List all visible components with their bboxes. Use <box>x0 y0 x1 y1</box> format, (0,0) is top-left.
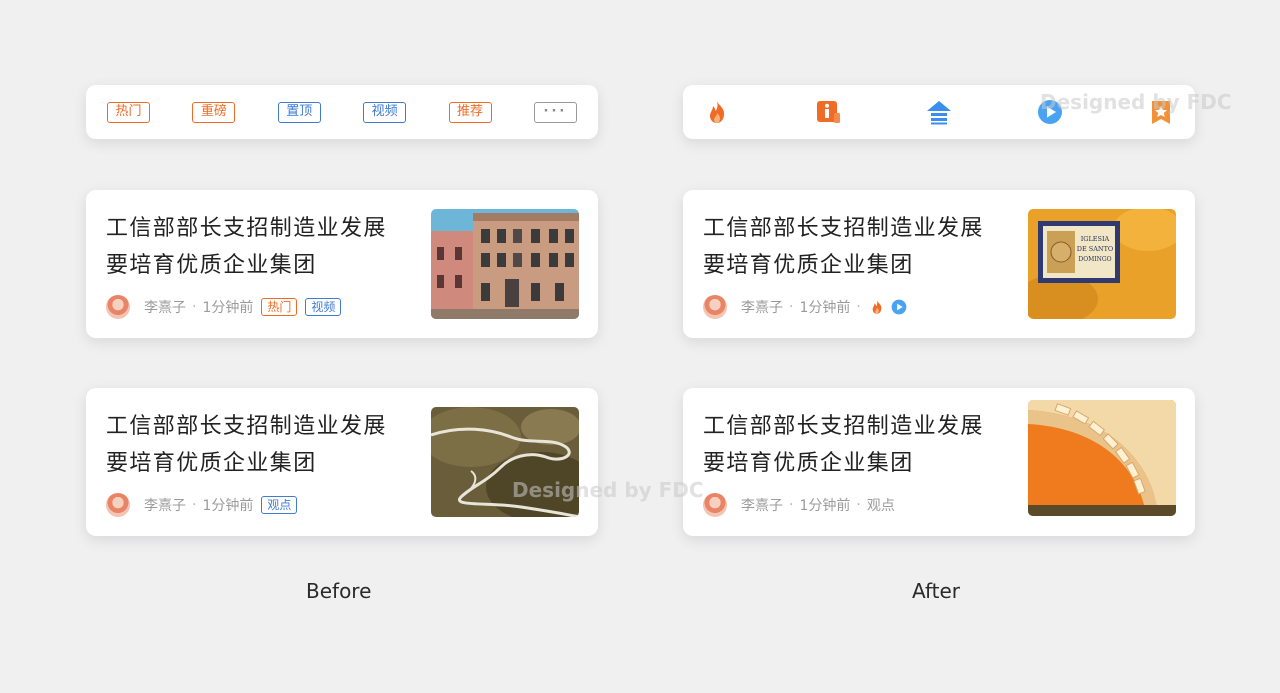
before-caption: Before <box>306 579 372 603</box>
card-label-opinion: 观点 <box>866 498 895 514</box>
meta-separator: · <box>856 299 861 315</box>
avatar <box>106 295 130 319</box>
meta-separator: · <box>789 497 794 513</box>
news-meta: 李熹子 · 1分钟前 热门 视频 <box>106 295 342 319</box>
before-news-card-1[interactable]: 工信部部长支招制造业发展 要培育优质企业集团 李熹子 · 1分钟前 热门 视频 <box>86 190 598 338</box>
play-icon <box>891 299 907 315</box>
news-meta: 李熹子 · 1分钟前 观点 <box>106 493 298 517</box>
watermark: Designed by FDC <box>512 478 704 502</box>
news-title: 工信部部长支招制造业发展 要培育优质企业集团 <box>106 216 387 278</box>
card-tag-opinion: 观点 <box>261 496 298 514</box>
svg-text:IGLESIA: IGLESIA <box>1081 235 1110 243</box>
author-name: 李熹子 <box>144 498 186 514</box>
author-name: 李熹子 <box>741 300 783 316</box>
news-thumbnail-building <box>431 209 579 319</box>
tag-hot[interactable]: 热门 <box>107 101 150 123</box>
avatar <box>703 493 727 517</box>
news-title: 工信部部长支招制造业发展 要培育优质企业集团 <box>106 414 387 476</box>
news-title: 工信部部长支招制造业发展 要培育优质企业集团 <box>703 216 984 278</box>
meta-separator: · <box>192 497 197 513</box>
after-caption: After <box>912 579 961 603</box>
more-tags-button[interactable]: ··· <box>533 101 577 123</box>
meta-separator: · <box>856 497 861 513</box>
news-meta: 李熹子 · 1分钟前 · <box>703 295 907 319</box>
news-thumbnail-sign: IGLESIA DE SANTO DOMINGO <box>1028 209 1176 319</box>
news-title: 工信部部长支招制造业发展 要培育优质企业集团 <box>703 414 984 476</box>
news-meta: 李熹子 · 1分钟前 · 观点 <box>703 493 895 517</box>
meta-separator: · <box>789 299 794 315</box>
card-tag-video: 视频 <box>305 298 342 316</box>
avatar <box>703 295 727 319</box>
pin-top-icon[interactable] <box>926 99 952 125</box>
publish-time: 1分钟前 <box>202 300 254 316</box>
tag-major[interactable]: 重磅 <box>192 101 236 123</box>
fire-icon[interactable] <box>704 99 730 125</box>
before-tag-bar: 热门 重磅 置顶 视频 推荐 ··· <box>86 85 598 139</box>
publish-time: 1分钟前 <box>799 498 851 514</box>
fire-icon <box>869 299 885 315</box>
before-news-card-2[interactable]: 工信部部长支招制造业发展 要培育优质企业集团 李熹子 · 1分钟前 观点 <box>86 388 598 536</box>
svg-text:DE SANTO: DE SANTO <box>1077 245 1114 253</box>
author-name: 李熹子 <box>741 498 783 514</box>
tag-recommended[interactable]: 推荐 <box>448 101 492 123</box>
author-name: 李熹子 <box>144 300 186 316</box>
info-icon[interactable] <box>815 99 841 125</box>
meta-separator: · <box>192 299 197 315</box>
svg-text:DOMINGO: DOMINGO <box>1078 256 1111 263</box>
watermark: Designed by FDC <box>1040 90 1232 114</box>
tag-pinned[interactable]: 置顶 <box>277 101 321 123</box>
news-thumbnail-stairs <box>1028 400 1176 516</box>
card-tag-hot: 热门 <box>261 298 298 316</box>
tag-video[interactable]: 视频 <box>363 101 407 123</box>
avatar <box>106 493 130 517</box>
publish-time: 1分钟前 <box>799 300 851 316</box>
after-news-card-2[interactable]: 工信部部长支招制造业发展 要培育优质企业集团 李熹子 · 1分钟前 · 观点 <box>683 388 1195 536</box>
publish-time: 1分钟前 <box>202 498 254 514</box>
after-news-card-1[interactable]: 工信部部长支招制造业发展 要培育优质企业集团 李熹子 · 1分钟前 · IGLE… <box>683 190 1195 338</box>
